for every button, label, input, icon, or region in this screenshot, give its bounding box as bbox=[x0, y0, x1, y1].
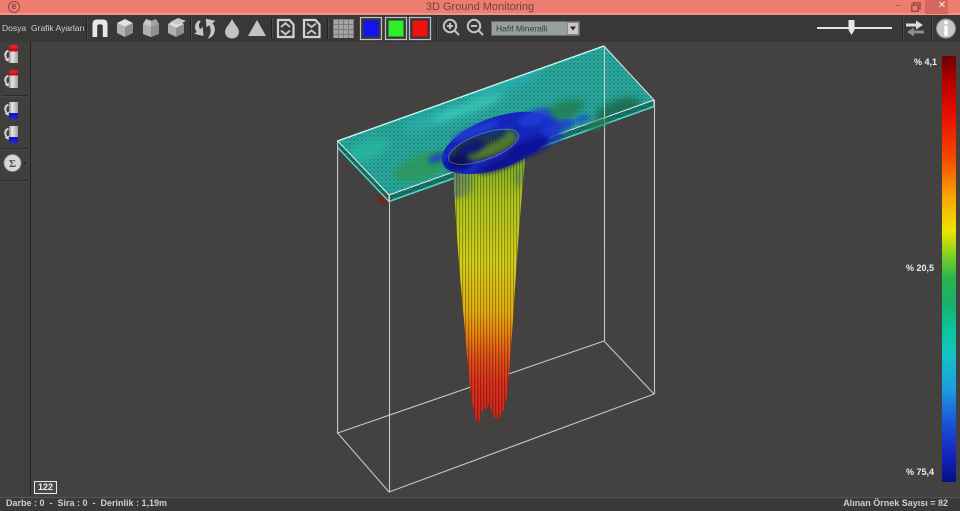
svg-text:Hafif Mineralli: Hafif Mineralli bbox=[496, 24, 548, 34]
svg-text:Σ: Σ bbox=[9, 158, 16, 170]
